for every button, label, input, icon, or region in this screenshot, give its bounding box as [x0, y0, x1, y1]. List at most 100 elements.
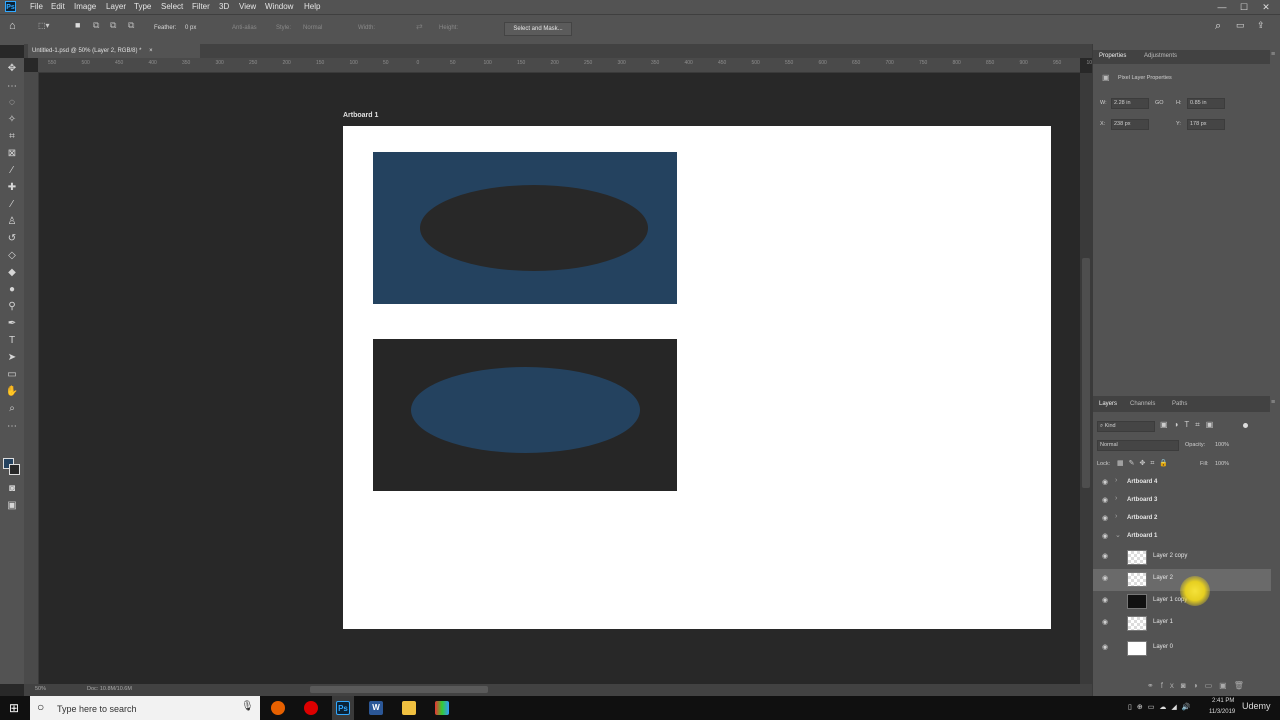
opera-icon[interactable]	[304, 701, 318, 715]
menu-filter[interactable]: Filter	[192, 2, 210, 11]
vertical-scrollbar-thumb[interactable]	[1082, 258, 1090, 488]
tab-channels[interactable]: Channels	[1130, 401, 1155, 407]
word-icon[interactable]: W	[369, 701, 383, 715]
chevron-right-icon[interactable]: ›	[1115, 495, 1117, 502]
zoom-tool-icon[interactable]: ⌕	[5, 402, 19, 416]
tab-adjustments[interactable]: Adjustments	[1144, 53, 1177, 59]
visibility-eye-icon[interactable]: ◉	[1100, 479, 1110, 487]
paint-bucket-icon[interactable]: ◆	[5, 266, 19, 280]
menu-3d[interactable]: 3D	[219, 2, 229, 11]
layer-row-artboard-1[interactable]: ◉ ⌄ Artboard 1	[1093, 527, 1271, 549]
history-brush-icon[interactable]: ↺	[5, 232, 19, 246]
style-select[interactable]: Normal	[303, 25, 322, 31]
clock-date[interactable]: 11/3/2019	[1209, 709, 1235, 715]
clock-time[interactable]: 2:41 PM	[1212, 698, 1234, 704]
link-dimensions-icon[interactable]: GO	[1155, 100, 1164, 106]
type-tool-icon[interactable]: T	[5, 334, 19, 348]
panel-menu-icon[interactable]: ≡	[1271, 51, 1275, 58]
menu-help[interactable]: Help	[304, 2, 320, 11]
hand-tool-icon[interactable]: ✋	[5, 385, 19, 399]
menu-select[interactable]: Select	[161, 2, 183, 11]
x-value[interactable]: 238 px	[1114, 121, 1131, 127]
menu-edit[interactable]: Edit	[51, 2, 65, 11]
crop-tool-icon[interactable]: ⌗	[5, 130, 19, 144]
antialias-checkbox[interactable]: Anti-alias	[232, 25, 257, 31]
dark-ellipse[interactable]	[420, 185, 648, 271]
new-selection-icon[interactable]: ■	[75, 20, 80, 30]
magic-wand-icon[interactable]: ✧	[5, 113, 19, 127]
app-icon[interactable]	[435, 701, 449, 715]
more-tools-icon[interactable]: ⋯	[5, 420, 19, 434]
lasso-tool-icon[interactable]: ◌	[5, 96, 19, 110]
pen-tool-icon[interactable]: ✒	[5, 317, 19, 331]
frame-tool-icon[interactable]: ⊠	[5, 147, 19, 161]
layer-row-layer-2-copy[interactable]: ◉ Layer 2 copy	[1093, 547, 1271, 569]
maximize-button[interactable]: ☐	[1237, 1, 1251, 13]
share-icon[interactable]: ⇪	[1257, 20, 1265, 31]
filter-toggle-icon[interactable]	[1243, 423, 1248, 428]
photoshop-taskbar-icon[interactable]: Ps	[336, 701, 350, 715]
layer-row-layer-0[interactable]: ◉ Layer 0	[1093, 638, 1271, 660]
visibility-eye-icon[interactable]: ◉	[1100, 575, 1110, 583]
swap-icon[interactable]: ⇄	[416, 22, 423, 31]
visibility-eye-icon[interactable]: ◉	[1100, 644, 1110, 652]
opacity-value[interactable]: 100%	[1215, 442, 1229, 448]
layers-footer-icons[interactable]: ⚭fx◙◑▭▣🗑	[1147, 681, 1251, 690]
rectangle-tool-icon[interactable]: ▭	[5, 368, 19, 382]
chevron-right-icon[interactable]: ›	[1115, 477, 1117, 484]
visibility-eye-icon[interactable]: ◉	[1100, 497, 1110, 505]
lock-icons[interactable]: ▦✎✥⌗🔒	[1117, 459, 1173, 468]
filter-type-icons[interactable]: ▣◑T⌗▣	[1160, 420, 1219, 430]
chevron-down-icon[interactable]: ⌄	[1115, 531, 1121, 539]
file-explorer-icon[interactable]	[402, 701, 416, 715]
close-tab-icon[interactable]: ×	[149, 48, 153, 54]
eyedropper-icon[interactable]: ⁄	[5, 164, 19, 178]
menu-file[interactable]: File	[30, 2, 43, 11]
artboard-tool-icon[interactable]: ⋯	[5, 80, 19, 94]
home-icon[interactable]: ⌂	[9, 20, 16, 32]
menu-view[interactable]: View	[239, 2, 256, 11]
visibility-eye-icon[interactable]: ◉	[1100, 597, 1110, 605]
width-value[interactable]: 2.28 in	[1114, 100, 1131, 106]
windows-start-icon[interactable]: ⊞	[9, 701, 19, 715]
visibility-eye-icon[interactable]: ◉	[1100, 515, 1110, 523]
menu-window[interactable]: Window	[265, 2, 293, 11]
fill-value[interactable]: 100%	[1215, 461, 1229, 467]
layer-row-layer-1[interactable]: ◉ Layer 1	[1093, 613, 1271, 635]
move-tool-icon[interactable]: ✥	[5, 62, 19, 76]
firefox-icon[interactable]	[271, 701, 285, 715]
tab-paths[interactable]: Paths	[1172, 401, 1187, 407]
zoom-level[interactable]: 50%	[35, 686, 46, 692]
height-value[interactable]: 0.85 in	[1190, 100, 1207, 106]
menu-image[interactable]: Image	[74, 2, 96, 11]
menu-layer[interactable]: Layer	[106, 2, 126, 11]
eraser-tool-icon[interactable]: ◇	[5, 249, 19, 263]
screen-mode-icon[interactable]: ▣	[5, 499, 19, 513]
add-selection-icon[interactable]: ⧉	[93, 20, 99, 31]
navy-ellipse[interactable]	[411, 367, 640, 453]
document-tab[interactable]: Untitled-1.psd @ 50% (Layer 2, RGB/8) * …	[28, 44, 200, 58]
blur-tool-icon[interactable]: ●	[5, 283, 19, 297]
quick-mask-icon[interactable]: ◙	[5, 482, 19, 496]
layers-menu-icon[interactable]: ≡	[1271, 399, 1275, 406]
y-value[interactable]: 178 px	[1190, 121, 1207, 127]
visibility-eye-icon[interactable]: ◉	[1100, 533, 1110, 541]
subtract-selection-icon[interactable]: ⧉	[110, 20, 116, 31]
brush-tool-icon[interactable]: ⁄	[5, 198, 19, 212]
menu-type[interactable]: Type	[134, 2, 151, 11]
intersect-selection-icon[interactable]: ⧉	[128, 20, 134, 31]
clone-stamp-icon[interactable]: ♙	[5, 215, 19, 229]
filter-kind-label[interactable]: ⌕ Kind	[1100, 423, 1116, 430]
healing-brush-icon[interactable]: ✚	[5, 181, 19, 195]
minimize-button[interactable]: —	[1215, 1, 1229, 13]
artboard-label[interactable]: Artboard 1	[343, 112, 378, 119]
dodge-tool-icon[interactable]: ⚲	[5, 300, 19, 314]
select-and-mask-button[interactable]: Select and Mask...	[504, 22, 572, 36]
path-selection-icon[interactable]: ➤	[5, 351, 19, 365]
search-icon[interactable]: ⌕	[1215, 20, 1221, 33]
visibility-eye-icon[interactable]: ◉	[1100, 619, 1110, 627]
visibility-eye-icon[interactable]: ◉	[1100, 553, 1110, 561]
feather-input[interactable]: 0 px	[185, 25, 196, 31]
chevron-right-icon[interactable]: ›	[1115, 513, 1117, 520]
background-color-swatch[interactable]	[9, 464, 20, 475]
